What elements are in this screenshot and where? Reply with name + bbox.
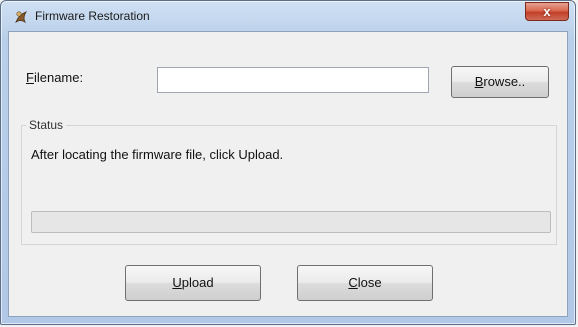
app-icon: [15, 11, 28, 24]
close-label-rest: lose: [357, 275, 382, 290]
filename-input[interactable]: [157, 67, 429, 93]
window-title: Firmware Restoration: [35, 9, 150, 23]
filename-label-hotkey: F: [26, 70, 34, 85]
upload-label-rest: pload: [181, 275, 214, 290]
dialog-window: Firmware Restoration x Filename: Browse.…: [0, 0, 576, 325]
status-legend: Status: [26, 118, 67, 132]
close-icon: x: [543, 4, 551, 19]
close-hotkey: C: [348, 275, 358, 290]
close-button[interactable]: Close: [297, 265, 433, 301]
dialog-client-area: Filename: Browse.. Status After locating…: [8, 31, 568, 317]
filename-label-rest: ilename:: [33, 70, 84, 85]
title-bar[interactable]: Firmware Restoration x: [1, 1, 575, 31]
browse-label-rest: rowse..: [483, 74, 526, 89]
browse-button[interactable]: Browse..: [451, 66, 549, 98]
upload-button[interactable]: Upload: [125, 265, 261, 301]
progress-bar: [31, 211, 551, 233]
filename-label: Filename:: [26, 70, 83, 85]
window-close-button[interactable]: x: [525, 2, 569, 21]
upload-hotkey: U: [172, 275, 182, 290]
status-message: After locating the firmware file, click …: [31, 147, 284, 162]
